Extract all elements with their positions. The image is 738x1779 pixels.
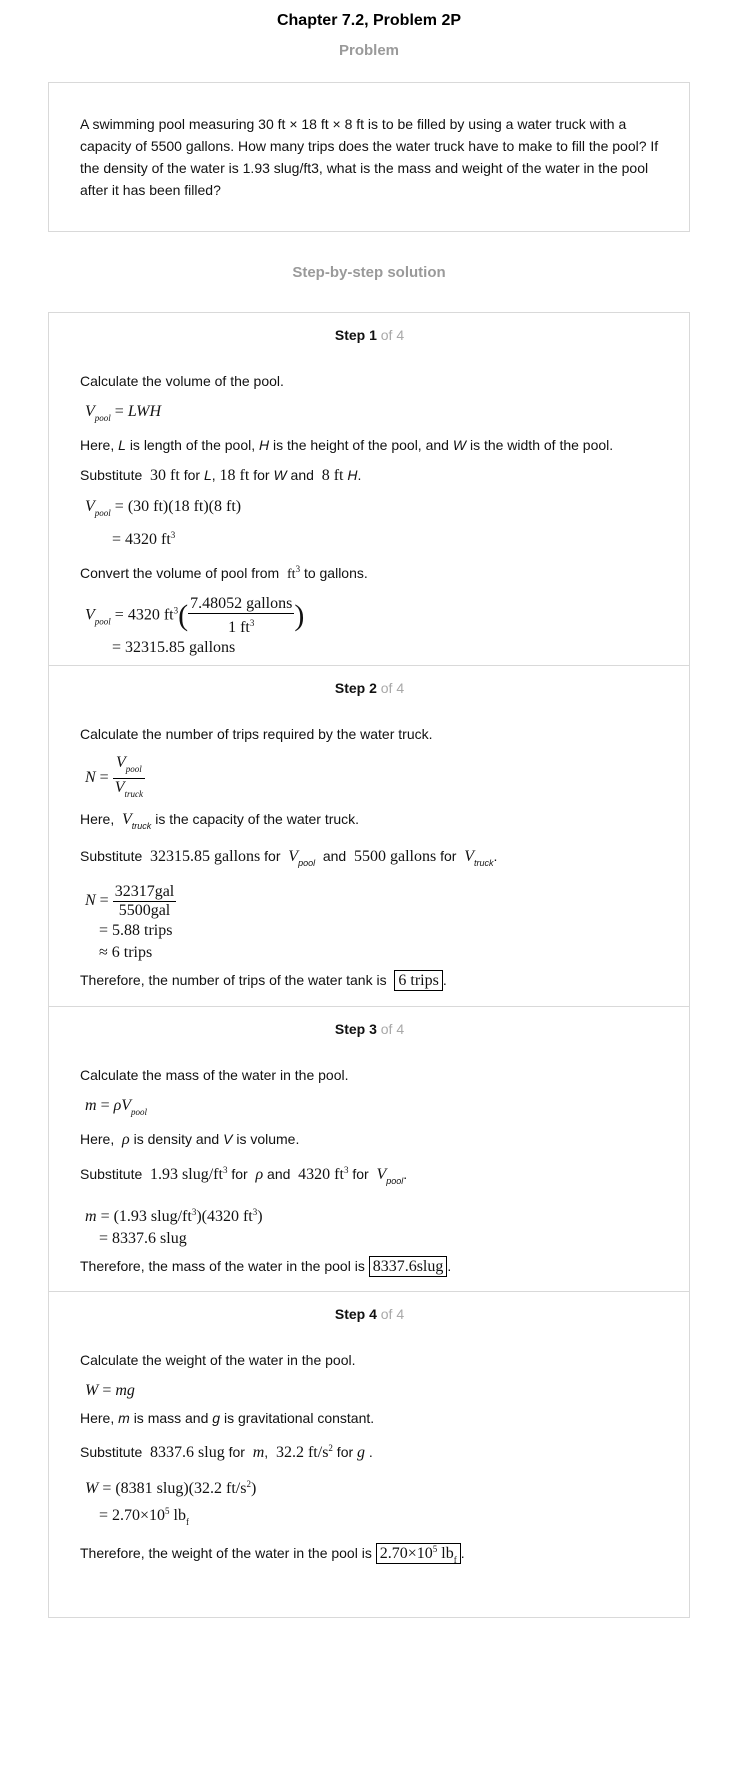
problem-heading: Problem — [338, 42, 399, 59]
volume-calc: Vpool = (30 ft)(18 ft)(8 ft) = 4320 ft3 — [85, 498, 242, 548]
step-3-therefore: Therefore, the mass of the water in the … — [80, 1256, 452, 1277]
trips-answer: 6 trips — [394, 970, 443, 991]
problem-text: A swimming pool measuring 30 ft × 18 ft … — [80, 116, 659, 198]
step-3-here: Here, ρ is density and V is volume. — [80, 1131, 300, 1148]
step-3-heading: Step 3 of 4 — [334, 1021, 405, 1037]
weight-formula: W = mg — [85, 1382, 135, 1399]
step-4-intro: Calculate the weight of the water in the… — [80, 1352, 356, 1368]
page-title: Chapter 7.2, Problem 2P — [276, 12, 462, 29]
step-1-intro: Calculate the volume of the pool. — [80, 373, 284, 389]
step-1-convert: Convert the volume of pool from ft3 to g… — [80, 564, 368, 582]
volume-formula: Vpool = LWH — [85, 403, 162, 423]
mass-formula: m = ρVpool — [85, 1097, 148, 1117]
solution-steps: Step 1 of 4 Calculate the volume of the … — [48, 312, 690, 1618]
step-2-substitute: Substitute 32315.85 gallons for Vpool an… — [80, 848, 498, 868]
solution-heading: Step-by-step solution — [292, 264, 446, 281]
step-4-heading: Step 4 of 4 — [334, 1306, 405, 1322]
step-4-therefore: Therefore, the weight of the water in th… — [80, 1543, 465, 1565]
step-2: Step 2 of 4 Calculate the number of trip… — [49, 665, 689, 1006]
trips-formula: N = Vpool Vtruck — [85, 754, 145, 799]
weight-answer: 2.70×105 lbf — [375, 1543, 461, 1565]
mass-calc: m = (1.93 slug/ft3)(4320 ft3) = 8337.6 s… — [85, 1207, 263, 1247]
step-1: Step 1 of 4 Calculate the volume of the … — [49, 313, 689, 665]
step-2-therefore: Therefore, the number of trips of the wa… — [80, 970, 447, 991]
step-1-substitute: Substitute 30 ft for L, 18 ft for W and … — [80, 467, 362, 484]
page: Chapter 7.2, Problem 2P Problem A swimmi… — [0, 0, 738, 1779]
step-2-heading: Step 2 of 4 — [334, 680, 405, 696]
mass-answer: 8337.6slug — [368, 1256, 448, 1277]
step-1-here: Here, L is length of the pool, H is the … — [80, 437, 614, 453]
step-1-heading: Step 1 of 4 — [334, 327, 405, 343]
step-3: Step 3 of 4 Calculate the mass of the wa… — [49, 1006, 689, 1291]
step-4-substitute: Substitute 8337.6 slug for m, 32.2 ft/s2… — [80, 1443, 373, 1461]
trips-calc: N = 32317gal 5500gal = 5.88 trips ≈ 6 tri… — [85, 883, 177, 961]
step-3-substitute: Substitute 1.93 slug/ft3 for ρ and 4320 … — [80, 1165, 408, 1186]
step-3-intro: Calculate the mass of the water in the p… — [80, 1067, 349, 1083]
weight-calc: W = (8381 slug)(32.2 ft/s2) = 2.70×105 l… — [85, 1479, 257, 1527]
problem-card: A swimming pool measuring 30 ft × 18 ft … — [48, 82, 690, 232]
volume-gallons: Vpool = 4320 ft3(7.48052 gallons 1 ft3) =… — [85, 595, 305, 656]
step-4-here: Here, m is mass and g is gravitational c… — [80, 1410, 375, 1426]
step-2-intro: Calculate the number of trips required b… — [80, 726, 433, 742]
step-4: Step 4 of 4 Calculate the weight of the … — [49, 1291, 689, 1617]
step-2-here: Here, Vtruck is the capacity of the wate… — [80, 811, 360, 831]
